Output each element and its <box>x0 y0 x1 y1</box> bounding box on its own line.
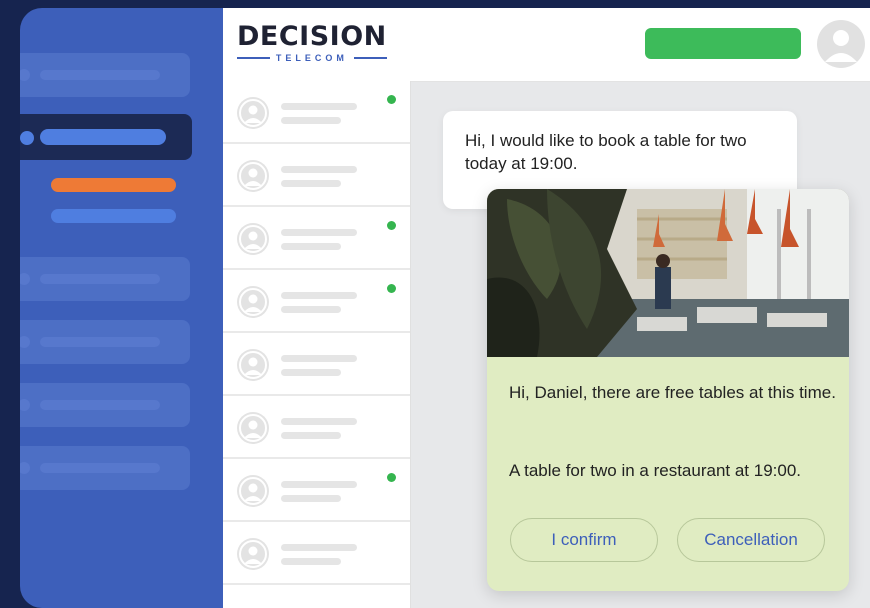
contact-avatar-icon <box>237 412 269 444</box>
contact-name-placeholder <box>281 103 357 110</box>
contact-name-placeholder <box>281 481 357 488</box>
primary-action-button[interactable] <box>645 28 801 59</box>
logo-sub-text: TELECOM <box>275 53 348 63</box>
contact-name-placeholder <box>281 418 357 425</box>
contact-avatar-icon <box>237 349 269 381</box>
contact-avatar-icon <box>237 97 269 129</box>
sidebar-item[interactable] <box>20 53 190 97</box>
reply-text-booking: A table for two in a restaurant at 19:00… <box>509 461 802 480</box>
contact-name-placeholder <box>281 229 357 236</box>
confirm-button[interactable]: I confirm <box>510 518 658 562</box>
contact-avatar-icon <box>237 160 269 192</box>
restaurant-photo <box>487 189 849 357</box>
message-preview-placeholder <box>281 306 341 313</box>
sidebar-item-label <box>40 129 166 145</box>
chat-list-item[interactable] <box>223 207 410 270</box>
cancel-button[interactable]: Cancellation <box>677 518 825 562</box>
chat-list-item[interactable] <box>223 459 410 522</box>
logo: DECISION TELECOM <box>237 22 387 63</box>
message-preview-placeholder <box>281 432 341 439</box>
sidebar-item[interactable] <box>20 257 190 301</box>
logo-main-text: DECISION <box>237 21 387 52</box>
sidebar-item-icon <box>20 131 34 145</box>
message-preview-placeholder <box>281 558 341 565</box>
sidebar-item[interactable] <box>20 383 190 427</box>
incoming-message-text: Hi, I would like to book a table for two… <box>465 131 747 173</box>
sidebar-subitem-active[interactable] <box>51 178 176 192</box>
reply-card: Hi, Daniel, there are free tables at thi… <box>487 189 849 591</box>
message-preview-placeholder <box>281 369 341 376</box>
contact-avatar-icon <box>237 223 269 255</box>
chat-list-item[interactable] <box>223 396 410 459</box>
chat-list-item[interactable] <box>223 333 410 396</box>
online-status-dot <box>387 95 396 104</box>
chat-list-item[interactable] <box>223 522 410 585</box>
chat-list-item[interactable] <box>223 144 410 207</box>
contact-name-placeholder <box>281 355 357 362</box>
sidebar-item[interactable] <box>20 320 190 364</box>
message-preview-placeholder <box>281 495 341 502</box>
sidebar-item[interactable] <box>20 446 190 490</box>
reply-text-availability: Hi, Daniel, there are free tables at thi… <box>509 383 836 402</box>
sidebar-subitem[interactable] <box>51 209 176 223</box>
top-bar: DECISION TELECOM <box>223 8 870 82</box>
contact-name-placeholder <box>281 544 357 551</box>
online-status-dot <box>387 284 396 293</box>
chat-list-item[interactable] <box>223 81 410 144</box>
message-preview-placeholder <box>281 243 341 250</box>
contact-avatar-icon <box>237 538 269 570</box>
message-preview-placeholder <box>281 117 341 124</box>
contact-name-placeholder <box>281 292 357 299</box>
online-status-dot <box>387 473 396 482</box>
user-avatar-icon[interactable] <box>817 20 865 68</box>
chat-list <box>223 81 411 608</box>
sidebar-item-active[interactable] <box>20 114 192 160</box>
online-status-dot <box>387 221 396 230</box>
chat-list-item[interactable] <box>223 270 410 333</box>
contact-name-placeholder <box>281 166 357 173</box>
contact-avatar-icon <box>237 475 269 507</box>
contact-avatar-icon <box>237 286 269 318</box>
sidebar <box>20 8 223 608</box>
message-preview-placeholder <box>281 180 341 187</box>
